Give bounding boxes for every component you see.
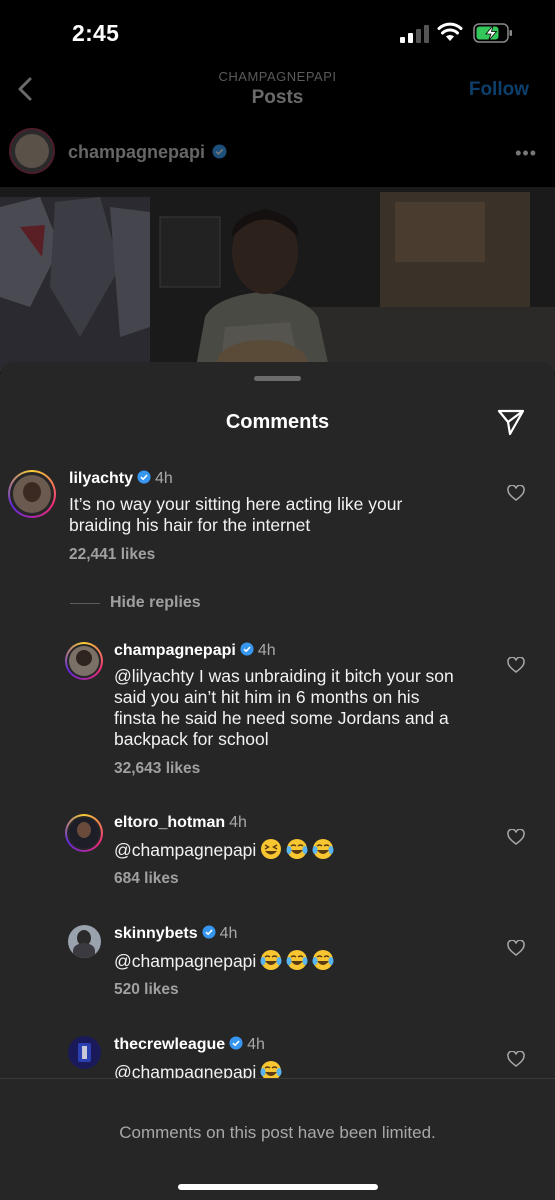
verified-badge-icon (240, 642, 254, 656)
tears-of-joy-icon (260, 1061, 282, 1078)
commenter-avatar[interactable] (8, 470, 56, 518)
reply-item: skinnybets 4h @champagnepapi 520 likes (0, 923, 555, 1003)
like-heart-icon[interactable] (507, 940, 525, 956)
comment-likes[interactable]: 520 likes (114, 981, 179, 999)
author-username[interactable]: champagnepapi (68, 142, 205, 163)
grinning-squinting-face-icon (261, 839, 282, 859)
comment-time: 4h (257, 642, 276, 659)
verified-badge-icon (137, 470, 151, 484)
verified-badge-icon (229, 1036, 243, 1050)
comment-text: @champagnepapi (114, 1060, 282, 1078)
verified-badge-icon (212, 144, 227, 159)
cellular-signal-icon (400, 25, 430, 43)
comment-likes[interactable]: 32,643 likes (114, 760, 200, 778)
comment-username[interactable]: thecrewleague (114, 1036, 225, 1053)
author-avatar[interactable] (9, 128, 55, 174)
comment-likes[interactable]: 684 likes (114, 870, 179, 888)
comment-text: @champagnepapi (114, 949, 334, 972)
tears-of-joy-icon (312, 839, 334, 859)
comment-time: 4h (247, 1036, 265, 1053)
commenter-avatar[interactable] (68, 925, 101, 958)
nav-header: CHAMPAGNEPAPI Posts Follow (0, 60, 555, 122)
sheet-drag-handle[interactable] (254, 376, 301, 381)
home-indicator[interactable] (178, 1184, 378, 1190)
reply-item: eltoro_hotman 4h @champagnepapi 684 likes (0, 812, 555, 892)
status-time: 2:45 (72, 20, 120, 46)
follow-button[interactable]: Follow (469, 79, 529, 101)
comment-text: It’s no way your sitting here acting lik… (69, 494, 403, 535)
like-heart-icon[interactable] (507, 1051, 525, 1067)
like-heart-icon[interactable] (507, 485, 525, 501)
comment-item: lilyachty 4h It’s no way your sitting her… (0, 462, 555, 572)
comment-time: 4h (219, 925, 238, 942)
comment-text: @champagnepapi (114, 838, 334, 861)
sheet-title: Comments (225, 411, 330, 433)
tears-of-joy-icon (312, 950, 334, 970)
like-heart-icon[interactable] (507, 657, 525, 673)
comments-sheet: Comments lilyachty 4h It’s no way your si… (0, 362, 555, 1200)
comment-username[interactable]: eltoro_hotman (114, 814, 225, 831)
verified-badge-icon (202, 925, 216, 939)
battery-charging-icon (473, 23, 512, 43)
more-options-icon[interactable]: ••• (515, 143, 537, 164)
wifi-icon (437, 22, 463, 41)
tears-of-joy-icon (286, 839, 308, 859)
post-author-row: champagnepapi ••• (0, 125, 555, 187)
reply-item: champagnepapi 4h @lilyachty I was unbraid… (0, 634, 555, 784)
commenter-avatar[interactable] (65, 814, 103, 852)
comments-limited-notice: Comments on this post have been limited. (119, 1123, 436, 1142)
tears-of-joy-icon (260, 950, 282, 970)
commenter-avatar[interactable] (65, 642, 103, 680)
comment-text: @lilyachty I was unbraiding it bitch you… (114, 666, 454, 749)
post-image[interactable] (0, 187, 555, 372)
reply-item: thecrewleague 4h @champagnepapi (0, 1034, 555, 1078)
share-send-icon[interactable] (496, 407, 526, 437)
hide-replies-divider (70, 603, 100, 604)
comment-time: 4h (155, 470, 173, 487)
comments-limited-bar: Comments on this post have been limited. (0, 1078, 555, 1200)
like-heart-icon[interactable] (507, 829, 525, 845)
comment-username[interactable]: skinnybets (114, 925, 198, 942)
status-bar: 2:45 (0, 0, 555, 66)
post-page-background: CHAMPAGNEPAPI Posts Follow champagnepapi… (0, 60, 555, 372)
comment-username[interactable]: lilyachty (69, 470, 133, 487)
comment-likes[interactable]: 22,441 likes (69, 546, 155, 564)
comment-time: 4h (229, 814, 247, 831)
comment-username[interactable]: champagnepapi (114, 642, 236, 659)
commenter-avatar[interactable] (68, 1036, 101, 1069)
tears-of-joy-icon (286, 950, 308, 970)
